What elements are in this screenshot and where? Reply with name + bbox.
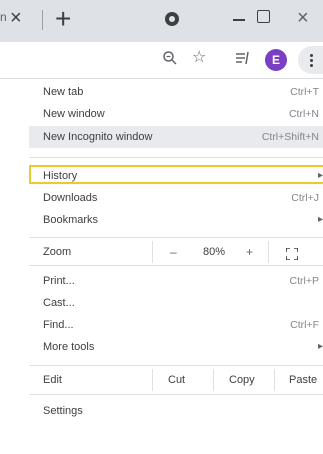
menu-item-label: New Incognito window xyxy=(43,131,153,143)
menu-item-shortcut: Ctrl+J xyxy=(291,192,319,204)
menu-item-shortcut: Ctrl+P xyxy=(289,275,319,287)
menu-item-label: Print... xyxy=(43,275,75,287)
bookmark-star-icon[interactable]: ☆ xyxy=(192,49,206,67)
toolbar: ☆ E xyxy=(0,42,323,79)
tab-title-fragment[interactable]: n xyxy=(0,10,7,24)
window-close-icon[interactable]: × xyxy=(297,6,309,30)
menu-item-edit: Edit Cut Copy Paste xyxy=(0,369,323,391)
menu-item-label: New window xyxy=(43,108,105,120)
menu-item-cast[interactable]: Cast... xyxy=(0,292,323,314)
kebab-dot-icon xyxy=(310,64,313,67)
menu-divider xyxy=(29,237,323,238)
new-tab-button[interactable]: + xyxy=(55,3,71,35)
reading-list-icon[interactable] xyxy=(235,50,251,71)
edit-separator xyxy=(213,369,214,391)
menu-item-zoom: Zoom – 80% + xyxy=(0,241,323,263)
edit-separator xyxy=(152,369,153,391)
zoom-separator xyxy=(268,241,269,263)
tab-search-icon[interactable] xyxy=(165,12,179,26)
menu-item-find[interactable]: Find... Ctrl+F xyxy=(0,314,323,336)
menu-item-label: Edit xyxy=(43,374,62,386)
menu-item-downloads[interactable]: Downloads Ctrl+J xyxy=(0,187,323,209)
menu-item-shortcut: Ctrl+F xyxy=(290,319,319,331)
menu-item-label: New tab xyxy=(43,86,84,98)
copy-button[interactable]: Copy xyxy=(229,369,255,391)
menu-item-settings[interactable]: Settings xyxy=(0,400,323,422)
chrome-menu-button[interactable] xyxy=(298,46,323,74)
menu-item-label: Bookmarks xyxy=(43,214,99,226)
menu-item-shortcut: Ctrl+T xyxy=(290,86,319,98)
menu-item-label: More tools xyxy=(43,341,95,353)
paste-button[interactable]: Paste xyxy=(289,369,317,391)
menu-item-shortcut: Ctrl+N xyxy=(288,108,319,120)
tab-separator xyxy=(42,10,43,30)
profile-avatar[interactable]: E xyxy=(265,49,287,71)
menu-item-label: Settings xyxy=(43,405,83,417)
zoom-level: 80% xyxy=(203,246,226,258)
menu-item-more-tools[interactable]: More tools ▸ xyxy=(0,336,323,358)
menu-item-new-window[interactable]: New window Ctrl+N xyxy=(0,103,323,125)
minimize-icon[interactable] xyxy=(233,19,245,21)
edit-separator xyxy=(274,369,275,391)
menu-item-label: Cast... xyxy=(43,297,75,309)
menu-item-label: Downloads xyxy=(43,192,98,204)
menu-divider xyxy=(29,157,323,158)
menu-item-shortcut: Ctrl+Shift+N xyxy=(261,131,319,143)
menu-divider xyxy=(29,265,323,266)
cut-button[interactable]: Cut xyxy=(168,369,185,391)
zoom-out-button[interactable]: – xyxy=(170,241,177,263)
tab-strip: n × + × xyxy=(0,0,323,42)
kebab-dot-icon xyxy=(310,59,313,62)
zoom-magnifier-icon[interactable] xyxy=(162,50,178,71)
browser-window: n × + × ☆ E New tab Ctrl+T New window Ct… xyxy=(0,0,323,454)
submenu-arrow-icon: ▸ xyxy=(317,214,323,225)
menu-item-bookmarks[interactable]: Bookmarks ▸ xyxy=(0,209,323,231)
tab-close-icon[interactable]: × xyxy=(10,8,22,28)
zoom-in-button[interactable]: + xyxy=(246,241,253,263)
menu-item-label: Find... xyxy=(43,319,74,331)
menu-item-label: Zoom xyxy=(43,246,72,258)
restore-icon[interactable] xyxy=(257,10,270,23)
history-highlight-annotation xyxy=(29,165,323,184)
menu-divider xyxy=(29,365,323,366)
submenu-arrow-icon: ▸ xyxy=(317,341,323,352)
menu-item-new-incognito-window[interactable]: New Incognito window Ctrl+Shift+N xyxy=(29,126,323,148)
zoom-separator xyxy=(152,241,153,263)
menu-item-new-tab[interactable]: New tab Ctrl+T xyxy=(0,81,323,103)
fullscreen-icon[interactable] xyxy=(285,246,299,261)
menu-item-print[interactable]: Print... Ctrl+P xyxy=(0,270,323,292)
chrome-main-menu: New tab Ctrl+T New window Ctrl+N New Inc… xyxy=(0,79,323,454)
menu-divider xyxy=(29,394,323,395)
kebab-dot-icon xyxy=(310,54,313,57)
